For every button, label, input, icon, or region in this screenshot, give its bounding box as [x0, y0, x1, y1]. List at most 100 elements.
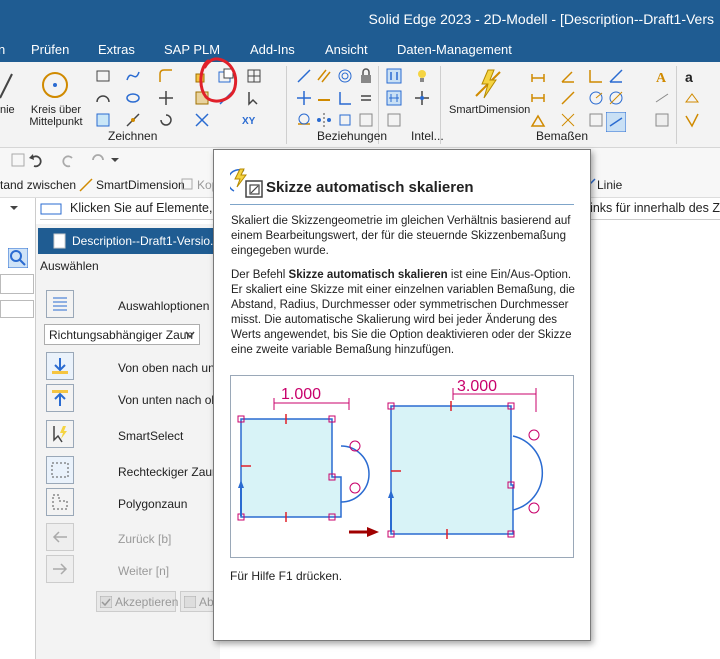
parallel-icon[interactable]	[316, 68, 332, 84]
collinear-icon[interactable]	[316, 90, 332, 106]
qat-dropdown-icon[interactable]	[110, 152, 120, 168]
relation-handle-icon[interactable]	[358, 112, 374, 128]
smartselect-button[interactable]	[46, 420, 74, 448]
menu-item-pruefen[interactable]: Prüfen	[31, 42, 69, 57]
smartselect-icon	[53, 426, 67, 443]
polygon-fence-button[interactable]	[46, 488, 74, 516]
line-command-label: nie	[0, 104, 15, 116]
repeat-icon[interactable]	[90, 152, 106, 168]
text-annotation-icon[interactable]: A	[654, 68, 670, 84]
redo-icon[interactable]	[60, 152, 76, 168]
selection-options-button[interactable]	[46, 290, 74, 318]
arrow-right-icon	[53, 563, 68, 575]
auto-scale-sketch-large-icon	[230, 168, 263, 198]
back-button[interactable]	[46, 523, 74, 551]
circle-center-icon[interactable]	[40, 70, 70, 100]
xy-coordinates-icon[interactable]: XY	[240, 112, 270, 128]
rectangle-icon[interactable]	[95, 68, 111, 84]
pin-icon[interactable]	[8, 202, 20, 214]
chamfer-dimension-icon[interactable]	[560, 90, 576, 106]
annotation-icon[interactable]	[530, 112, 546, 128]
coordinate-dimension-icon[interactable]	[588, 68, 604, 84]
tooltip-paragraph-2-suffix: ist eine Ein/Aus-Option. Er skaliert ein…	[231, 269, 575, 356]
ellipse-icon[interactable]	[125, 90, 141, 106]
tooltip-paragraph-2-prefix: Der Befehl	[231, 269, 289, 281]
symmetric-diameter-icon[interactable]	[530, 90, 546, 106]
grid-icon[interactable]	[246, 68, 262, 84]
radial-icon[interactable]	[588, 90, 604, 106]
line-command-icon[interactable]	[0, 72, 14, 100]
menu-item-ansicht[interactable]: Ansicht	[325, 42, 368, 57]
ribbon: nie Kreis über Mittelpunkt XY SmartDimen…	[0, 62, 720, 148]
fence-mode-dropdown[interactable]: Richtungsabhängiger Zaun	[44, 324, 200, 345]
intellisketch-icon[interactable]	[386, 68, 402, 84]
callout-icon[interactable]	[654, 112, 670, 128]
construction-icon[interactable]	[194, 112, 210, 128]
menu-item-daten-management[interactable]: Daten-Management	[397, 42, 512, 57]
symmetric-icon[interactable]	[316, 112, 332, 128]
horizontal-vertical-icon[interactable]	[296, 90, 312, 106]
undo-icon[interactable]	[28, 152, 44, 168]
lock-icon[interactable]	[358, 68, 374, 84]
menu-bar: n Prüfen Extras SAP PLM Add-Ins Ansicht …	[0, 38, 720, 62]
trim-icon[interactable]	[125, 112, 141, 128]
menu-item-partial[interactable]: n	[0, 42, 5, 57]
hint-bulb-icon[interactable]	[414, 68, 430, 84]
save-icon[interactable]	[10, 152, 26, 168]
concentric-icon[interactable]	[337, 68, 353, 84]
top-to-bottom-button[interactable]	[46, 352, 74, 380]
angular-coordinate-icon[interactable]	[608, 68, 624, 84]
svg-text:A: A	[656, 71, 667, 84]
angle-between-icon[interactable]	[560, 68, 576, 84]
dimension-style-icon[interactable]	[588, 112, 604, 128]
smartdimension-command[interactable]: SmartDimension	[96, 178, 185, 192]
document-tab[interactable]: Description--Draft1-Versio.	[38, 228, 218, 254]
tooltip-paragraph-2: Der Befehl Skizze automatisch skalieren …	[231, 268, 576, 358]
text-style-icon[interactable]: a	[684, 68, 700, 84]
left-dropdown[interactable]	[0, 274, 34, 294]
tangent-icon[interactable]	[296, 112, 312, 128]
left-search-field[interactable]	[0, 300, 34, 318]
next-button[interactable]	[46, 555, 74, 583]
menu-item-sap-plm[interactable]: SAP PLM	[164, 42, 220, 57]
dimension-axis-icon[interactable]	[560, 112, 576, 128]
menu-item-add-ins[interactable]: Add-Ins	[250, 42, 295, 57]
line-command[interactable]: Linie	[597, 178, 622, 192]
offset-icon[interactable]	[95, 112, 111, 128]
equal-icon[interactable]	[358, 90, 374, 106]
move-icon[interactable]	[158, 90, 174, 106]
fillet-icon[interactable]	[158, 68, 174, 84]
rectangular-fence-button[interactable]	[46, 456, 74, 484]
curve-icon[interactable]	[125, 68, 141, 84]
document-tab-label: Description--Draft1-Versio.	[72, 234, 214, 248]
weld-symbol-icon[interactable]	[684, 90, 700, 106]
annotation-circle	[199, 57, 238, 103]
keypoint-icon[interactable]	[414, 90, 430, 106]
smartdimension-icon[interactable]	[472, 68, 504, 100]
distance-between-command[interactable]: tand zwischen	[0, 178, 76, 192]
abort-button[interactable]: Ab	[180, 591, 214, 612]
rotate-icon[interactable]	[158, 112, 174, 128]
perpendicular-icon[interactable]	[337, 90, 353, 106]
driving-dimension-toggle-icon[interactable]	[606, 112, 626, 132]
left-dock-panel	[0, 198, 36, 659]
prompt-text: Klicken Sie auf Elemente,	[70, 201, 213, 215]
balloon-icon[interactable]	[654, 90, 670, 106]
bottom-to-top-button[interactable]	[46, 384, 74, 412]
tooltip-paragraph-2-command: Skizze automatisch skalieren	[288, 269, 448, 281]
abort-label: Ab	[199, 595, 214, 609]
arc-icon[interactable]	[95, 90, 111, 106]
top-to-bottom-icon	[52, 358, 68, 374]
search-icon[interactable]	[8, 248, 28, 268]
connect-relation-icon[interactable]	[296, 68, 312, 84]
distance-between-icon[interactable]	[530, 68, 546, 84]
rigid-icon[interactable]	[337, 112, 353, 128]
accept-button[interactable]: Akzeptieren	[96, 591, 178, 612]
diameter-icon[interactable]	[608, 90, 624, 106]
relation-markers-icon[interactable]	[386, 90, 402, 106]
select-tool-icon[interactable]	[246, 90, 262, 106]
surface-texture-icon[interactable]	[684, 112, 700, 128]
sketch-view-icon[interactable]	[386, 112, 402, 128]
polygon-fence-label: Polygonzaun	[118, 497, 188, 511]
menu-item-extras[interactable]: Extras	[98, 42, 135, 57]
